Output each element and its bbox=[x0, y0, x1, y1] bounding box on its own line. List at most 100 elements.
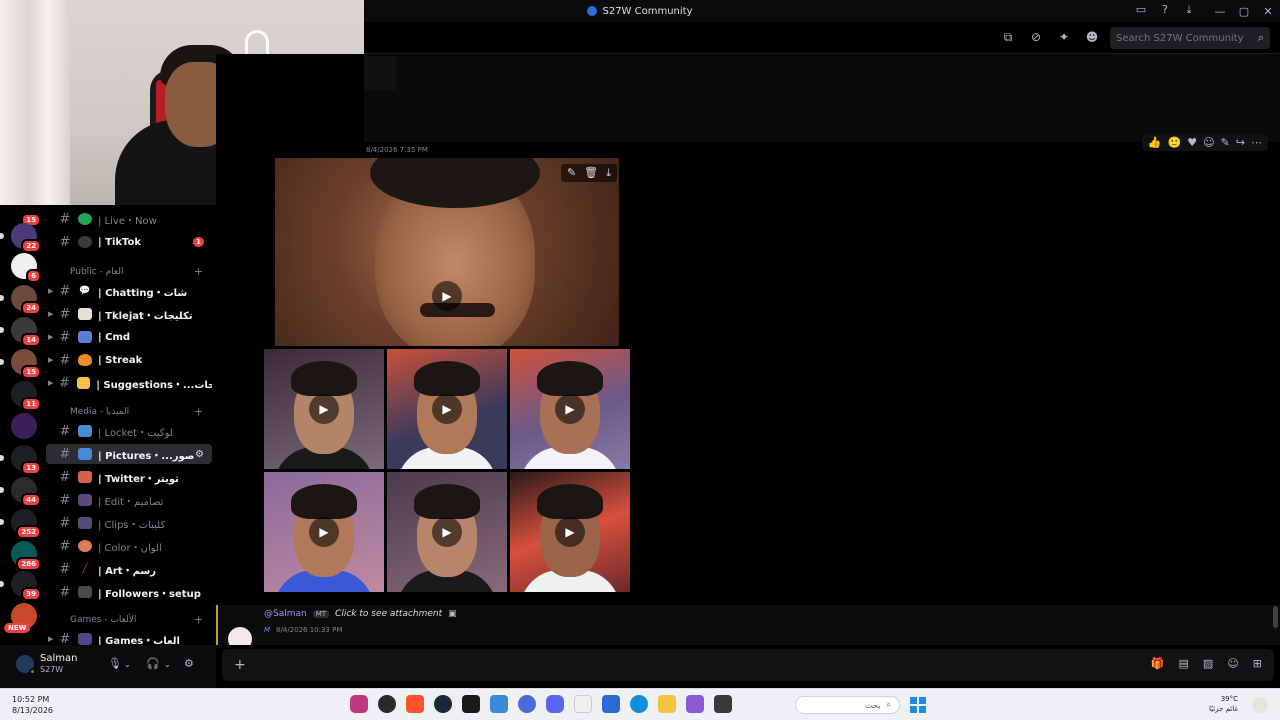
delete-icon[interactable]: 🗑 bbox=[584, 166, 598, 180]
channel-chatting[interactable]: ▶ # 💬 | Chatting・شات bbox=[46, 281, 212, 301]
channel-clips[interactable]: # | Clips・كليبات bbox=[46, 513, 212, 533]
video-attachment-main[interactable]: ✎ 🗑 ⤓ ▶ bbox=[275, 158, 619, 346]
more-icon[interactable]: ⋯ bbox=[1251, 136, 1262, 149]
instagram-icon[interactable] bbox=[350, 695, 368, 713]
category-public[interactable]: Public - العام bbox=[70, 267, 124, 277]
add-channel-icon[interactable]: + bbox=[194, 613, 203, 626]
chevron-down-icon[interactable]: ⌄ bbox=[164, 660, 171, 669]
shield-icon[interactable] bbox=[518, 695, 536, 713]
channel-tiktok[interactable]: # | TikTok 1 bbox=[46, 232, 212, 252]
video-thumbnail[interactable]: ▶ bbox=[264, 472, 384, 592]
reply-mention[interactable]: @Salman bbox=[264, 609, 307, 619]
server-icon-4[interactable]: 24 bbox=[0, 285, 41, 315]
close-button[interactable]: ✕ bbox=[1256, 5, 1280, 18]
video-thumbnail[interactable]: ▶ bbox=[510, 349, 630, 469]
clock[interactable]: 10:52 PM 8/13/2026 bbox=[12, 694, 53, 716]
server-icon-9[interactable]: 13 bbox=[0, 445, 41, 475]
maximize-button[interactable]: ▢ bbox=[1232, 5, 1256, 18]
add-attachment-icon[interactable]: + bbox=[234, 657, 246, 673]
message-input[interactable] bbox=[222, 649, 1274, 681]
terminal-icon[interactable] bbox=[714, 695, 732, 713]
channel-tklejat[interactable]: ▶ # | Tklejat・تكليجات bbox=[46, 304, 212, 324]
video-thumbnail[interactable]: ▶ bbox=[510, 472, 630, 592]
reply-text[interactable]: Click to see attachment bbox=[335, 609, 442, 619]
minimize-button[interactable]: — bbox=[1208, 5, 1232, 18]
play-icon[interactable]: ▶ bbox=[555, 517, 585, 547]
channel-locket[interactable]: # | Locket・لوكيت bbox=[46, 421, 212, 441]
scrollbar[interactable] bbox=[1273, 606, 1278, 628]
play-icon[interactable]: ▶ bbox=[309, 394, 339, 424]
play-icon[interactable]: ▶ bbox=[555, 394, 585, 424]
brave-icon[interactable] bbox=[406, 695, 424, 713]
microphone-icon[interactable]: 🎙 bbox=[108, 657, 122, 670]
app-icon[interactable] bbox=[686, 695, 704, 713]
windows-start-icon[interactable] bbox=[910, 697, 926, 713]
settings-gear-icon[interactable]: ⚙ bbox=[184, 657, 194, 670]
add-reaction-icon[interactable]: ☺ bbox=[1203, 136, 1214, 149]
category-games[interactable]: Games - الألعاب bbox=[70, 615, 136, 625]
server-icon-12[interactable]: 286 bbox=[11, 541, 41, 571]
search-input[interactable] bbox=[1116, 32, 1246, 44]
search-box[interactable]: ⌕ bbox=[1110, 27, 1270, 49]
edit-icon[interactable]: ✎ bbox=[567, 166, 576, 180]
face-reaction-icon[interactable]: 🙂 bbox=[1168, 136, 1182, 149]
steam-icon[interactable] bbox=[434, 695, 452, 713]
app-icon[interactable] bbox=[378, 695, 396, 713]
add-channel-icon[interactable]: + bbox=[194, 405, 203, 418]
server-icon-11[interactable]: 252 bbox=[0, 509, 41, 539]
taskbar-search[interactable]: بحث ⌕ bbox=[795, 696, 900, 714]
category-media[interactable]: Media - الميديا bbox=[70, 407, 129, 417]
members-icon[interactable]: ☻ bbox=[1084, 29, 1100, 45]
server-icon-2[interactable]: 22 bbox=[0, 223, 41, 253]
channel-cmd[interactable]: ▶ # | Cmd bbox=[46, 327, 212, 347]
channel-live[interactable]: # | Live・Now bbox=[46, 209, 212, 229]
chevron-down-icon[interactable]: ⌄ bbox=[124, 660, 131, 669]
edit-icon[interactable]: ✎ bbox=[1221, 136, 1230, 149]
discord-icon[interactable] bbox=[546, 695, 564, 713]
edge-icon[interactable] bbox=[630, 695, 648, 713]
app-icon[interactable] bbox=[490, 695, 508, 713]
threads-icon[interactable]: ⧉ bbox=[1000, 29, 1016, 45]
emoji-icon[interactable]: ☺ bbox=[1227, 657, 1238, 670]
gif-icon[interactable]: ▤ bbox=[1179, 657, 1189, 670]
headphones-icon[interactable]: 🎧 bbox=[146, 657, 160, 670]
channel-streak[interactable]: ▶ # | Streak bbox=[46, 350, 212, 370]
download-icon[interactable]: ⤓ bbox=[606, 166, 611, 180]
server-icon-5[interactable]: 14 bbox=[0, 317, 41, 347]
video-thumbnail[interactable]: ▶ bbox=[264, 349, 384, 469]
server-icon-7[interactable]: 11 bbox=[11, 381, 41, 411]
apps-icon[interactable]: ⊞ bbox=[1253, 657, 1262, 670]
server-icon-6[interactable]: 15 bbox=[0, 349, 41, 379]
channel-pictures[interactable]: # | Pictures・...صور ⚙ bbox=[46, 444, 212, 464]
help-icon[interactable]: ? bbox=[1158, 3, 1172, 17]
server-icon-13[interactable]: 39 bbox=[0, 571, 41, 601]
forward-icon[interactable]: ↪ bbox=[1236, 136, 1245, 149]
video-thumbnail[interactable]: ▶ bbox=[387, 472, 507, 592]
server-icon-8[interactable] bbox=[11, 413, 37, 439]
avatar[interactable] bbox=[16, 655, 36, 675]
weather-widget[interactable]: 39°C غائم جزئيًا bbox=[1209, 694, 1238, 714]
reply-preview[interactable]: @Salman MT Click to see attachment ▣ bbox=[264, 609, 457, 619]
server-icon-1[interactable]: 15 bbox=[11, 197, 41, 227]
sticker-icon[interactable]: ▨ bbox=[1203, 657, 1213, 670]
play-icon[interactable]: ▶ bbox=[432, 517, 462, 547]
play-icon[interactable]: ▶ bbox=[432, 281, 462, 311]
channel-suggestions[interactable]: ▶ # | Suggestions・...احات bbox=[46, 373, 212, 393]
app-icon[interactable] bbox=[574, 695, 592, 713]
channel-settings-icon[interactable]: ⚙ bbox=[195, 449, 204, 460]
mute-icon[interactable]: ⊘ bbox=[1028, 29, 1044, 45]
server-icon-10[interactable]: 44 bbox=[0, 477, 41, 507]
channel-games[interactable]: ▶ # | Games・العاب bbox=[46, 629, 212, 645]
inbox-icon[interactable]: ▭ bbox=[1134, 3, 1148, 17]
thumbs-up-reaction-icon[interactable]: 👍 bbox=[1148, 136, 1162, 149]
file-explorer-icon[interactable] bbox=[658, 695, 676, 713]
video-thumbnail[interactable]: ▶ bbox=[387, 349, 507, 469]
play-icon[interactable]: ▶ bbox=[309, 517, 339, 547]
channel-art[interactable]: # ╱ | Art・رسم bbox=[46, 559, 212, 579]
download-icon[interactable]: ⤓ bbox=[1182, 3, 1196, 17]
store-icon[interactable] bbox=[602, 695, 620, 713]
channel-followers[interactable]: # | Followers・setup bbox=[46, 582, 212, 602]
channel-color[interactable]: # | Color・الوان bbox=[46, 536, 212, 556]
heart-reaction-icon[interactable]: ♥ bbox=[1187, 136, 1197, 149]
add-channel-icon[interactable]: + bbox=[194, 265, 203, 278]
